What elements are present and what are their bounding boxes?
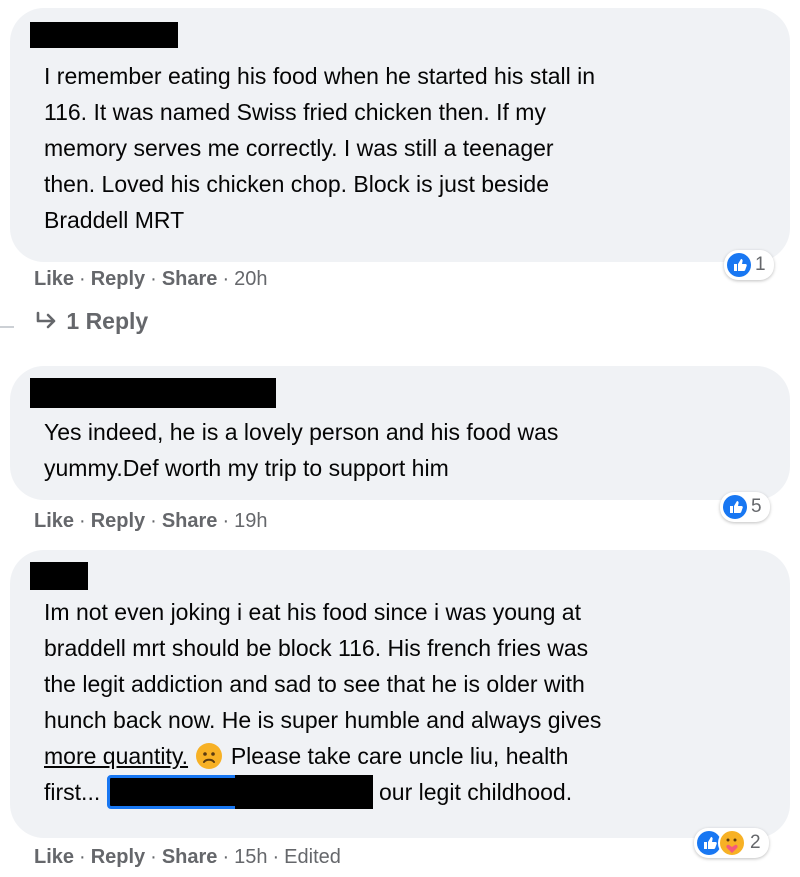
comment-line: braddell mrt should be block 116. His fr… [44, 635, 589, 661]
comment-text: Im not even joking i eat his food since … [44, 594, 601, 810]
separator: · [79, 846, 86, 868]
redacted-text [234, 775, 373, 809]
timestamp[interactable]: 19h [234, 510, 267, 532]
separator: · [150, 268, 157, 290]
redacted-author-name [30, 22, 178, 48]
reply-button[interactable]: Reply [91, 268, 145, 290]
separator: · [272, 846, 280, 868]
separator: · [79, 510, 86, 532]
comment-bubble: Yes indeed, he is a lovely person and hi… [10, 366, 790, 500]
thread-connector [0, 326, 14, 328]
redacted-mention-tag[interactable] [106, 775, 239, 809]
comment-text-segment: more quantity. [44, 743, 189, 769]
comment-bubble: I remember eating his food when he start… [10, 8, 790, 262]
separator: · [222, 510, 230, 532]
comment-line: then. Loved his chicken chop. Block is j… [44, 171, 550, 197]
reaction-summary[interactable]: 5 [720, 492, 770, 522]
separator: · [222, 846, 230, 868]
comment-line: I remember eating his food when he start… [44, 63, 596, 89]
comment-text: Yes indeed, he is a lovely person and hi… [44, 414, 558, 486]
like-button[interactable]: Like [34, 510, 74, 532]
redacted-author-name [30, 562, 88, 590]
share-button[interactable]: Share [162, 846, 218, 868]
care-icon [718, 829, 746, 857]
comment-line: the legit addiction and sad to see that … [44, 671, 585, 697]
view-replies-link[interactable]: 1 Reply [34, 308, 148, 335]
share-button[interactable]: Share [162, 268, 218, 290]
reply-arrow-icon [34, 308, 66, 334]
separator: · [222, 268, 230, 290]
sad-face-emoji-icon [196, 743, 223, 769]
comment-line: Yes indeed, he is a lovely person and hi… [44, 419, 559, 445]
redacted-author-name [30, 378, 276, 408]
comment-text: I remember eating his food when he start… [44, 58, 595, 238]
comment-text-segment: our legit childhood. [379, 779, 573, 805]
edited-label: Edited [284, 846, 341, 868]
like-button[interactable]: Like [34, 268, 74, 290]
comment-line: memory serves me correctly. I was still … [44, 135, 554, 161]
reply-button[interactable]: Reply [91, 510, 145, 532]
comment-line: 116. It was named Swiss fried chicken th… [44, 99, 546, 125]
comment-line: first... our legit childhood. [44, 774, 601, 810]
separator: · [79, 268, 86, 290]
comment-text-segment: Please take care uncle liu, health [230, 743, 569, 769]
comment-text-segment: first... [44, 779, 101, 805]
separator: · [150, 510, 157, 532]
separator: · [150, 846, 157, 868]
reaction-count: 5 [751, 496, 762, 517]
reaction-count: 2 [750, 832, 761, 853]
share-button[interactable]: Share [162, 510, 218, 532]
comment-actions: Like · Reply · Share · 15h · Edited [34, 846, 341, 869]
comment-bubble: Im not even joking i eat his food since … [10, 550, 790, 838]
like-icon [723, 495, 747, 519]
comment-actions: Like · Reply · Share · 20h [34, 268, 267, 291]
like-icon [727, 253, 751, 277]
timestamp[interactable]: 15h [234, 846, 267, 868]
comment-actions: Like · Reply · Share · 19h [34, 510, 267, 533]
comment-line: more quantity. Please take care uncle li… [44, 738, 601, 774]
comment-line: hunch back now. He is super humble and a… [44, 707, 602, 733]
reaction-summary[interactable]: 2 [694, 828, 769, 858]
reaction-count: 1 [755, 254, 766, 275]
comment-line: Braddell MRT [44, 207, 185, 233]
comment-line: yummy.Def worth my trip to support him [44, 455, 449, 481]
like-button[interactable]: Like [34, 846, 74, 868]
comment-line: Im not even joking i eat his food since … [44, 599, 581, 625]
timestamp[interactable]: 20h [234, 268, 267, 290]
view-replies-label: 1 Reply [66, 308, 149, 334]
reaction-summary[interactable]: 1 [724, 250, 774, 280]
reply-button[interactable]: Reply [91, 846, 145, 868]
